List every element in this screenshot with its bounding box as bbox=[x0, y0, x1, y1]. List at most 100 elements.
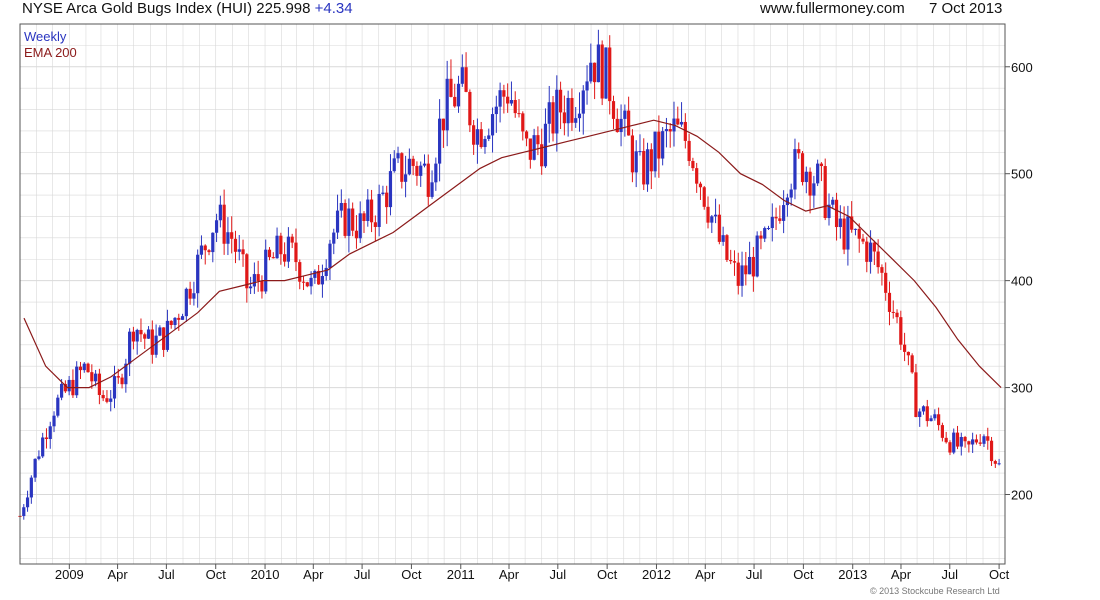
weekly-bar-body bbox=[831, 199, 835, 205]
weekly-bar-body bbox=[192, 293, 196, 299]
weekly-bar-body bbox=[797, 149, 801, 154]
weekly-bar-body bbox=[679, 121, 684, 125]
weekly-bar-body bbox=[725, 235, 729, 260]
weekly-bar-body bbox=[498, 90, 502, 107]
weekly-bar-body bbox=[532, 135, 536, 160]
weekly-bar-body bbox=[472, 125, 476, 145]
weekly-bar-body bbox=[169, 320, 173, 325]
weekly-bar-body bbox=[354, 230, 359, 239]
y-axis-ticks: 200 300 400 500 600 bbox=[1005, 60, 1033, 502]
weekly-bar-body bbox=[97, 373, 101, 396]
weekly-bar-body bbox=[812, 183, 816, 196]
weekly-bar-body bbox=[891, 311, 895, 313]
weekly-bar-body bbox=[48, 426, 52, 440]
weekly-bar-body bbox=[351, 208, 355, 231]
weekly-bar-body bbox=[59, 383, 64, 398]
weekly-bar-body bbox=[449, 78, 453, 97]
weekly-bar-body bbox=[403, 174, 408, 182]
weekly-bar-body bbox=[955, 432, 960, 447]
x-tick-label: Oct bbox=[401, 567, 422, 582]
weekly-bar-body bbox=[562, 112, 566, 124]
weekly-bar-body bbox=[853, 228, 858, 230]
weekly-bar-body bbox=[751, 256, 755, 277]
x-tick-label: Jul bbox=[354, 567, 371, 582]
weekly-bar-body bbox=[521, 113, 525, 132]
weekly-bar-body bbox=[400, 153, 404, 182]
weekly-bar-body bbox=[834, 199, 839, 228]
weekly-bar-body bbox=[248, 286, 253, 289]
weekly-bar-body bbox=[483, 138, 487, 148]
weekly-bar-body bbox=[513, 100, 517, 114]
weekly-bar-body bbox=[566, 97, 570, 124]
weekly-bar-body bbox=[177, 317, 181, 320]
x-tick-label: Jul bbox=[746, 567, 763, 582]
weekly-bar-body bbox=[241, 249, 245, 255]
weekly-bar-body bbox=[313, 270, 317, 278]
weekly-bar-body bbox=[861, 238, 865, 242]
copyright-notice: © 2013 Stockcube Research Ltd bbox=[870, 586, 1000, 596]
weekly-bar-body bbox=[430, 182, 434, 197]
weekly-bar-body bbox=[755, 235, 759, 277]
x-tick-label: Jul bbox=[549, 567, 566, 582]
weekly-bar-body bbox=[135, 329, 139, 342]
weekly-bar-body bbox=[713, 214, 718, 217]
weekly-bar-body bbox=[971, 439, 975, 445]
weekly-bar-body bbox=[373, 222, 377, 227]
weekly-bar-body bbox=[275, 235, 279, 259]
x-axis-ticks: 2009 Apr Jul Oct 2010 Apr Jul Oct 2011 Apr Jul Oct 2… bbox=[55, 564, 1010, 582]
weekly-bar-body bbox=[804, 171, 808, 183]
weekly-bar-body bbox=[574, 118, 578, 123]
weekly-bar-body bbox=[445, 78, 449, 131]
weekly-bar-body bbox=[880, 267, 884, 273]
weekly-bar-body bbox=[800, 153, 805, 183]
weekly-bar-body bbox=[294, 242, 298, 263]
weekly-bar-body bbox=[649, 149, 653, 172]
weekly-bar-body bbox=[940, 425, 944, 438]
weekly-bar-body bbox=[706, 206, 710, 223]
weekly-bar-body bbox=[464, 67, 468, 92]
weekly-bar-body bbox=[717, 214, 721, 242]
weekly-bar-body bbox=[653, 131, 657, 172]
weekly-bar-body bbox=[245, 254, 249, 289]
weekly-bar-body bbox=[846, 216, 850, 250]
weekly-bar-body bbox=[233, 238, 238, 252]
grid-lines bbox=[19, 23, 1005, 564]
weekly-bar-body bbox=[25, 497, 30, 508]
x-tick-label: Apr bbox=[107, 567, 128, 582]
weekly-bar-body bbox=[434, 163, 438, 183]
y-tick-label: 200 bbox=[1011, 487, 1033, 502]
weekly-bar-body bbox=[128, 331, 132, 364]
weekly-bar-body bbox=[75, 366, 79, 396]
weekly-bar-body bbox=[56, 397, 60, 416]
weekly-bar-body bbox=[642, 151, 646, 185]
weekly-bar-body bbox=[948, 442, 952, 453]
weekly-bar-body bbox=[937, 414, 941, 426]
weekly-bar-body bbox=[214, 220, 219, 233]
y-tick-label: 300 bbox=[1011, 381, 1033, 396]
weekly-bar-body bbox=[252, 274, 256, 287]
weekly-bar-body bbox=[906, 351, 910, 356]
weekly-bar-body bbox=[551, 102, 555, 134]
legend-ema-200: EMA 200 bbox=[24, 45, 77, 60]
weekly-bar-body bbox=[388, 171, 393, 208]
weekly-bar-body bbox=[260, 280, 264, 292]
weekly-bar-body bbox=[857, 228, 861, 239]
x-tick-label: 2009 bbox=[55, 567, 84, 582]
weekly-bar-body bbox=[793, 149, 797, 190]
weekly-bar-body bbox=[415, 165, 419, 176]
weekly-bar-body bbox=[668, 129, 672, 132]
y-tick-label: 500 bbox=[1011, 167, 1033, 182]
weekly-bar-body bbox=[997, 463, 1001, 465]
weekly-bar-body bbox=[623, 110, 627, 119]
x-tick-label: Oct bbox=[597, 567, 618, 582]
weekly-bar-body bbox=[865, 241, 869, 262]
weekly-bar-body bbox=[422, 163, 427, 166]
weekly-bar-body bbox=[884, 272, 888, 293]
weekly-bar-body bbox=[184, 288, 188, 317]
weekly-bar-body bbox=[358, 213, 362, 239]
weekly-bar-body bbox=[381, 192, 385, 194]
weekly-bar-body bbox=[819, 163, 824, 167]
x-tick-label: Apr bbox=[499, 567, 520, 582]
weekly-bar-body bbox=[143, 334, 147, 339]
weekly-bar-body bbox=[377, 193, 381, 227]
